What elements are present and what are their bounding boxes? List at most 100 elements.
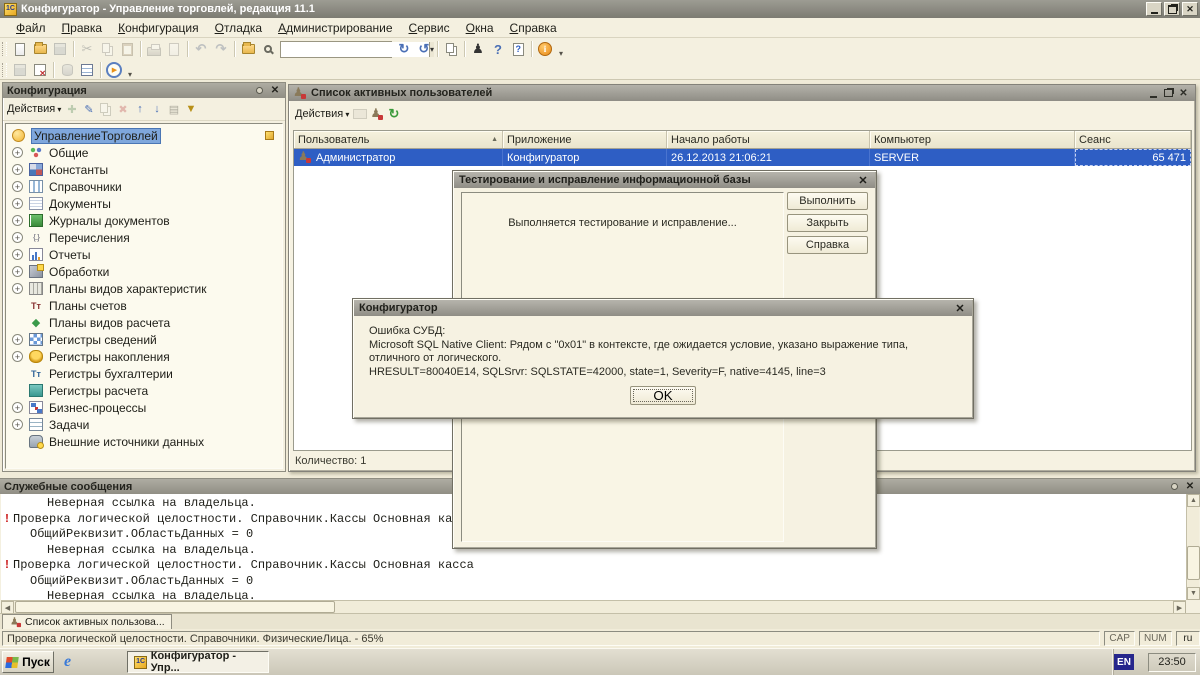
pin-icon[interactable]: [1171, 483, 1178, 490]
tab-active-users[interactable]: Список активных пользова...: [2, 614, 172, 629]
menu-debug[interactable]: Отладка: [207, 19, 270, 37]
tree-item[interactable]: Справочники: [6, 178, 282, 195]
help-contents-icon[interactable]: [508, 40, 528, 58]
close-button[interactable]: [1182, 2, 1198, 16]
monitor-icon[interactable]: [351, 106, 368, 122]
column-application[interactable]: Приложение: [503, 131, 667, 148]
expand-icon[interactable]: [12, 266, 23, 277]
menu-tools[interactable]: Сервис: [401, 19, 458, 37]
message-line[interactable]: ОбщийРеквизит.ОбластьДанных = 0: [1, 574, 1186, 590]
tree-item[interactable]: Обработки: [6, 263, 282, 280]
print-preview-icon[interactable]: [164, 40, 184, 58]
tree-item[interactable]: Регистры накопления: [6, 348, 282, 365]
tree-item[interactable]: Отчеты: [6, 246, 282, 263]
database-icon[interactable]: [57, 61, 77, 79]
add-icon[interactable]: ✚: [63, 101, 80, 117]
delete-icon[interactable]: ✖: [114, 101, 131, 117]
toolbar-grip[interactable]: [2, 63, 7, 77]
task-button-configurator[interactable]: Конфигуратор - Упр...: [127, 651, 269, 673]
tree-item[interactable]: Общие: [6, 144, 282, 161]
user-info-icon[interactable]: [368, 106, 385, 122]
save-configuration-icon[interactable]: [10, 61, 30, 79]
pin-icon[interactable]: [256, 87, 263, 94]
save-icon[interactable]: [50, 40, 70, 58]
expand-icon[interactable]: [12, 402, 23, 413]
column-computer[interactable]: Компьютер: [870, 131, 1075, 148]
run-button[interactable]: Выполнить: [787, 192, 868, 210]
tree-item[interactable]: Задачи: [6, 416, 282, 433]
tree-item[interactable]: Планы видов характеристик: [6, 280, 282, 297]
close-panel-icon[interactable]: [1184, 481, 1196, 492]
expand-icon[interactable]: [12, 181, 23, 192]
expand-icon[interactable]: [12, 147, 23, 158]
menu-edit[interactable]: Правка: [54, 19, 111, 37]
copy-windows-icon[interactable]: [441, 40, 461, 58]
expand-icon[interactable]: [12, 351, 23, 362]
menu-configuration[interactable]: Конфигурация: [110, 19, 207, 37]
toolbar-overflow-icon[interactable]: [124, 61, 136, 79]
find-in-files-icon[interactable]: [238, 40, 258, 58]
undo-icon[interactable]: ↶: [191, 40, 211, 58]
tree-item[interactable]: Планы счетов: [6, 297, 282, 314]
language-indicator[interactable]: ru: [1176, 631, 1200, 646]
tree-item[interactable]: Константы: [6, 161, 282, 178]
scroll-up-icon[interactable]: [1187, 494, 1200, 507]
menu-help[interactable]: Справка: [502, 19, 565, 37]
scroll-down-icon[interactable]: [1187, 587, 1200, 600]
move-down-icon[interactable]: ↓: [148, 101, 165, 117]
menu-administration[interactable]: Администрирование: [270, 19, 400, 37]
column-start-time[interactable]: Начало работы: [667, 131, 870, 148]
refresh-icon[interactable]: [385, 106, 402, 122]
syntax-assistant-icon[interactable]: ♟: [468, 40, 488, 58]
search-combobox[interactable]: [280, 41, 392, 58]
update-db-configuration-icon[interactable]: [30, 61, 50, 79]
expand-icon[interactable]: [12, 198, 23, 209]
actions-menu-button[interactable]: Действия: [7, 103, 61, 115]
print-icon[interactable]: [144, 40, 164, 58]
open-icon[interactable]: [30, 40, 50, 58]
find-next-icon[interactable]: ↻: [394, 40, 414, 58]
restore-window-icon[interactable]: [1161, 87, 1176, 100]
move-up-icon[interactable]: ↑: [131, 101, 148, 117]
tree-item[interactable]: Регистры расчета: [6, 382, 282, 399]
help-button[interactable]: Справка: [787, 236, 868, 254]
vertical-scrollbar[interactable]: [1186, 494, 1199, 600]
menu-windows[interactable]: Окна: [458, 19, 502, 37]
column-session[interactable]: Сеанс: [1075, 131, 1191, 148]
copy-item-icon[interactable]: [97, 101, 114, 117]
message-line[interactable]: Неверная ссылка на владельца.: [1, 589, 1186, 600]
horizontal-scrollbar[interactable]: [1, 600, 1186, 613]
start-button[interactable]: Пуск: [2, 651, 54, 673]
help-index-icon[interactable]: ?: [488, 40, 508, 58]
filter-icon[interactable]: ▼: [182, 101, 199, 117]
message-line[interactable]: !Проверка логической целостности. Справо…: [1, 558, 1186, 574]
internet-explorer-icon[interactable]: e: [64, 653, 71, 671]
tree-item[interactable]: Регистры сведений: [6, 331, 282, 348]
expand-icon[interactable]: [12, 419, 23, 430]
find-previous-icon[interactable]: ↺: [414, 40, 434, 58]
tree-item[interactable]: Бизнес-процессы: [6, 399, 282, 416]
tray-language-indicator[interactable]: EN: [1114, 654, 1134, 670]
edit-icon[interactable]: ✎: [80, 101, 97, 117]
expand-icon[interactable]: [12, 249, 23, 260]
paste-icon[interactable]: [117, 40, 137, 58]
tree-item[interactable]: Планы видов расчета: [6, 314, 282, 331]
scrollbar-thumb[interactable]: [15, 601, 335, 613]
expand-icon[interactable]: [12, 215, 23, 226]
actions-menu-button[interactable]: Действия: [295, 108, 349, 120]
menu-file[interactable]: Файл: [8, 19, 54, 37]
copy-icon[interactable]: [97, 40, 117, 58]
tree-item[interactable]: Регистры бухгалтерии: [6, 365, 282, 382]
sort-icon[interactable]: ▤: [165, 101, 182, 117]
toolbar-grip[interactable]: [2, 42, 7, 56]
minimize-button[interactable]: [1146, 2, 1162, 16]
close-panel-icon[interactable]: [269, 85, 281, 96]
expand-icon[interactable]: [12, 283, 23, 294]
tree-item[interactable]: Перечисления: [6, 229, 282, 246]
tree-item[interactable]: Журналы документов: [6, 212, 282, 229]
start-debugging-icon[interactable]: [104, 61, 124, 79]
new-document-icon[interactable]: [10, 40, 30, 58]
close-window-icon[interactable]: [1176, 87, 1191, 100]
about-icon[interactable]: [535, 40, 555, 58]
table-row[interactable]: Администратор Конфигуратор 26.12.2013 21…: [294, 149, 1191, 166]
